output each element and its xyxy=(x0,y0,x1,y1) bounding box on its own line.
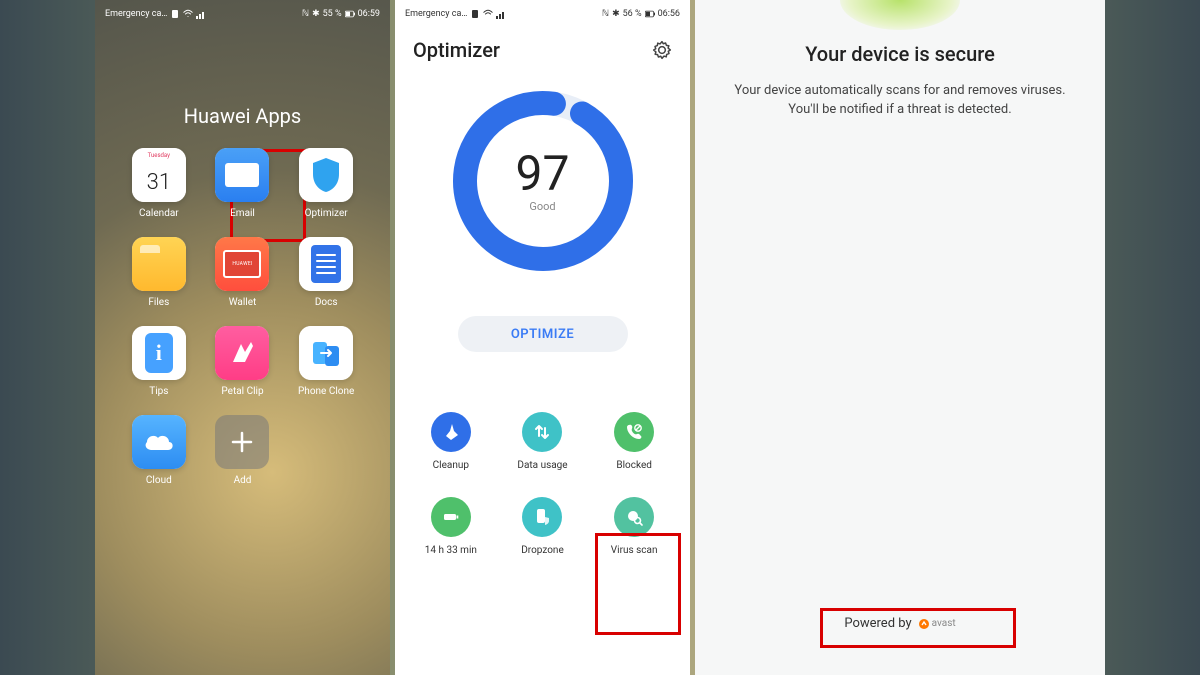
optimize-button-label: OPTIMIZE xyxy=(511,327,574,342)
tool-label: Data usage xyxy=(517,460,567,471)
phone-clone-icon xyxy=(299,326,353,380)
petal-clip-icon xyxy=(215,326,269,380)
tool-label: Dropzone xyxy=(521,545,564,556)
app-label: Petal Clip xyxy=(221,386,263,397)
optimize-button[interactable]: OPTIMIZE xyxy=(458,316,628,352)
phone-block-icon xyxy=(614,412,654,452)
app-label: Add xyxy=(234,475,252,486)
app-label: Cloud xyxy=(146,475,172,486)
powered-by-label: Powered by xyxy=(844,616,911,631)
clock-label: 06:59 xyxy=(358,9,380,19)
cloud-icon xyxy=(132,415,186,469)
calendar-weekday: Tuesday xyxy=(132,148,186,162)
clock-label: 06:56 xyxy=(658,9,680,19)
app-cloud[interactable]: Cloud xyxy=(117,415,201,486)
tool-label: Virus scan xyxy=(611,545,658,556)
app-add[interactable]: Add xyxy=(201,415,285,486)
app-calendar[interactable]: Tuesday31 Calendar xyxy=(117,148,201,219)
screenshot-home-folder: Emergency ca… ℕ ✱ 55 % 06:59 Huawei Apps xyxy=(95,0,390,675)
tips-icon: i xyxy=(132,326,186,380)
tools-grid: Cleanup Data usage Blocked 14 h 33 min xyxy=(395,412,690,556)
avast-logo: avast xyxy=(918,618,956,630)
secure-badge-glow xyxy=(840,0,960,30)
carrier-label: Emergency ca… xyxy=(405,9,467,19)
app-petal-clip[interactable]: Petal Clip xyxy=(201,326,285,397)
nfc-icon: ℕ xyxy=(602,9,609,19)
app-label: Wallet xyxy=(229,297,257,308)
avast-icon xyxy=(918,618,930,630)
app-label: Phone Clone xyxy=(298,386,354,397)
screenshot-optimizer: Emergency ca… ℕ ✱ 56 % 06:56 Optimizer xyxy=(395,0,690,675)
wifi-icon xyxy=(483,9,493,19)
tool-label: Blocked xyxy=(616,460,652,471)
tool-label: 14 h 33 min xyxy=(425,545,477,556)
sim-icon xyxy=(470,9,480,19)
email-icon xyxy=(215,148,269,202)
app-optimizer[interactable]: Optimizer xyxy=(284,148,368,219)
app-label: Calendar xyxy=(139,208,179,219)
settings-button[interactable] xyxy=(652,40,672,60)
app-label: Optimizer xyxy=(305,208,348,219)
battery-percent: 56 % xyxy=(623,9,642,19)
status-bar: Emergency ca… ℕ ✱ 55 % 06:59 xyxy=(95,0,390,24)
battery-percent: 55 % xyxy=(323,9,342,19)
tool-virus-scan[interactable]: Virus scan xyxy=(588,497,680,556)
app-tips[interactable]: i Tips xyxy=(117,326,201,397)
score-ring[interactable]: 97 Good xyxy=(395,86,690,276)
calendar-icon: Tuesday31 xyxy=(132,148,186,202)
files-icon xyxy=(132,237,186,291)
bluetooth-icon: ✱ xyxy=(612,9,620,19)
folder-title: Huawei Apps xyxy=(95,104,390,128)
app-files[interactable]: Files xyxy=(117,237,201,308)
app-label: Docs xyxy=(315,297,338,308)
tool-battery-time[interactable]: 14 h 33 min xyxy=(405,497,497,556)
vendor-name: avast xyxy=(932,618,956,629)
docs-icon xyxy=(299,237,353,291)
signal-icon xyxy=(196,9,206,19)
add-icon xyxy=(215,415,269,469)
optimizer-shield-icon xyxy=(299,148,353,202)
bluetooth-icon: ✱ xyxy=(312,9,320,19)
tool-cleanup[interactable]: Cleanup xyxy=(405,412,497,471)
app-label: Files xyxy=(148,297,169,308)
score-value: 97 xyxy=(516,150,570,198)
wifi-icon xyxy=(183,9,193,19)
optimizer-header: Optimizer xyxy=(395,24,690,68)
gear-icon xyxy=(652,40,672,60)
sim-icon xyxy=(170,9,180,19)
app-email[interactable]: Email xyxy=(201,148,285,219)
data-arrows-icon xyxy=(522,412,562,452)
wallet-badge: HUAWEI xyxy=(223,250,261,278)
tool-blocked[interactable]: Blocked xyxy=(588,412,680,471)
tool-data-usage[interactable]: Data usage xyxy=(497,412,589,471)
broom-icon xyxy=(431,412,471,452)
phone-shield-icon xyxy=(522,497,562,537)
secure-title: Your device is secure xyxy=(695,42,1105,66)
nfc-icon: ℕ xyxy=(302,9,309,19)
secure-subtitle: Your device automatically scans for and … xyxy=(727,82,1073,120)
app-label: Email xyxy=(230,208,255,219)
tool-dropzone[interactable]: Dropzone xyxy=(497,497,589,556)
app-label: Tips xyxy=(149,386,168,397)
signal-icon xyxy=(496,9,506,19)
powered-by-row: Powered by avast xyxy=(695,616,1105,631)
app-grid: Tuesday31 Calendar Email Optimizer xyxy=(95,148,390,486)
calendar-day: 31 xyxy=(132,162,186,202)
screenshot-virus-result: Your device is secure Your device automa… xyxy=(695,0,1105,675)
virus-scan-icon xyxy=(614,497,654,537)
tool-label: Cleanup xyxy=(433,460,469,471)
tutorial-tri-panel: Emergency ca… ℕ ✱ 55 % 06:59 Huawei Apps xyxy=(0,0,1200,675)
battery-icon xyxy=(345,9,355,19)
battery-icon xyxy=(431,497,471,537)
carrier-label: Emergency ca… xyxy=(105,9,167,19)
page-title: Optimizer xyxy=(413,38,500,62)
score-word: Good xyxy=(529,200,555,213)
battery-icon xyxy=(645,9,655,19)
wallet-icon: HUAWEI xyxy=(215,237,269,291)
app-docs[interactable]: Docs xyxy=(284,237,368,308)
app-wallet[interactable]: HUAWEI Wallet xyxy=(201,237,285,308)
status-bar: Emergency ca… ℕ ✱ 56 % 06:56 xyxy=(395,0,690,24)
app-phone-clone[interactable]: Phone Clone xyxy=(284,326,368,397)
